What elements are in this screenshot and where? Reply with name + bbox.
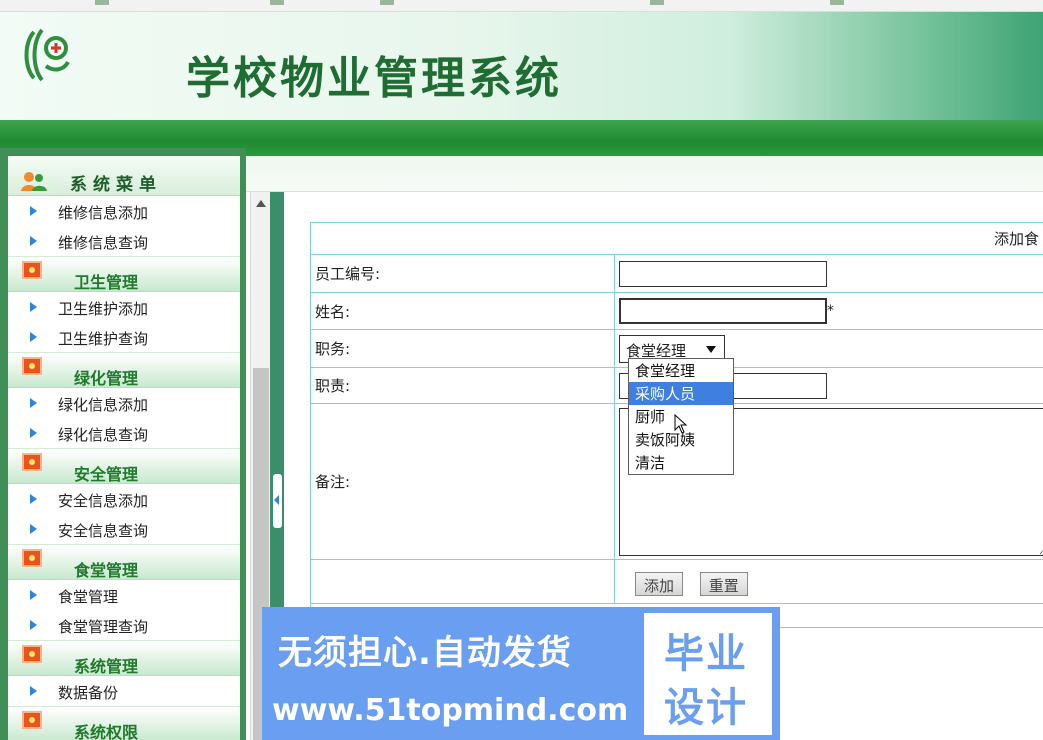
arrow-right-icon bbox=[30, 302, 37, 312]
menu-group-permissions[interactable]: 系统权限 bbox=[8, 706, 240, 740]
sidebar: 系统菜单 维修信息添加 维修信息查询 卫生管理 卫生维护添加 卫生维护查询 绿化… bbox=[0, 148, 246, 740]
row-emp-no: 员工编号: bbox=[310, 254, 1043, 293]
watermark-url: www.51topmind.com bbox=[272, 693, 629, 728]
menu-item-hygiene-add[interactable]: 卫生维护添加 bbox=[8, 292, 240, 322]
menu-item-repair-query[interactable]: 维修信息查询 bbox=[8, 226, 240, 256]
school-logo-icon bbox=[24, 28, 70, 82]
menu-group-security[interactable]: 安全管理 bbox=[8, 448, 240, 484]
group-icon bbox=[22, 261, 42, 279]
reset-button[interactable]: 重置 bbox=[699, 571, 748, 596]
menu-title: 系统菜单 bbox=[70, 175, 162, 195]
role-option-highlighted[interactable]: 采购人员 bbox=[629, 382, 733, 405]
menu-item-repair-add[interactable]: 维修信息添加 bbox=[8, 196, 240, 226]
duty-label: 职责: bbox=[310, 367, 615, 404]
toolbar-icon[interactable] bbox=[380, 0, 394, 5]
buttons-spacer bbox=[310, 559, 615, 604]
menu-item-hygiene-query[interactable]: 卫生维护查询 bbox=[8, 322, 240, 352]
watermark-badge-line1: 毕业 bbox=[664, 631, 748, 677]
toolbar-icon[interactable] bbox=[95, 0, 109, 5]
group-icon bbox=[22, 645, 42, 663]
menu-group-greening[interactable]: 绿化管理 bbox=[8, 352, 240, 388]
browser-toolbar-strip bbox=[0, 0, 1043, 12]
arrow-right-icon bbox=[30, 236, 37, 246]
sidebar-panel: 系统菜单 维修信息添加 维修信息查询 卫生管理 卫生维护添加 卫生维护查询 绿化… bbox=[8, 156, 240, 740]
menu-item-backup[interactable]: 数据备份 bbox=[8, 676, 240, 706]
arrow-right-icon bbox=[30, 524, 37, 534]
group-icon bbox=[22, 549, 42, 567]
site-title: 学校物业管理系统 bbox=[186, 53, 562, 104]
name-input[interactable] bbox=[619, 298, 827, 324]
arrow-right-icon bbox=[30, 206, 37, 216]
app-window: 学校物业管理系统 系统菜单 维修信息添加 维修信息查询 卫生管理 卫生维护添加 … bbox=[0, 0, 1043, 740]
arrow-right-icon bbox=[30, 332, 37, 342]
required-mark: * bbox=[827, 303, 834, 319]
group-icon bbox=[22, 357, 42, 375]
toolbar-icon[interactable] bbox=[650, 0, 664, 5]
role-option[interactable]: 食堂经理 bbox=[629, 359, 733, 382]
name-label: 姓名: bbox=[310, 292, 615, 330]
emp-no-label: 员工编号: bbox=[310, 254, 615, 293]
buttons-cell: 添加 重置 bbox=[614, 559, 1043, 604]
row-buttons: 添加 重置 bbox=[310, 559, 1043, 604]
chevron-down-icon bbox=[706, 345, 716, 353]
watermark-badge: 毕业 设计 bbox=[644, 613, 772, 735]
users-icon bbox=[21, 172, 47, 191]
menu-group-canteen[interactable]: 食堂管理 bbox=[8, 544, 240, 580]
arrow-right-icon bbox=[30, 620, 37, 630]
collapse-sidebar-handle[interactable] bbox=[273, 474, 282, 528]
content-top-band bbox=[246, 156, 1043, 192]
menu-header: 系统菜单 bbox=[8, 156, 240, 196]
add-button[interactable]: 添加 bbox=[635, 571, 684, 596]
role-option[interactable]: 清洁 bbox=[629, 451, 733, 474]
note-label: 备注: bbox=[310, 403, 615, 560]
menu-group-system[interactable]: 系统管理 bbox=[8, 640, 240, 676]
menu-list: 维修信息添加 维修信息查询 卫生管理 卫生维护添加 卫生维护查询 绿化管理 绿化… bbox=[8, 196, 240, 740]
form-caption: 添加食 bbox=[310, 222, 1043, 255]
arrow-right-icon bbox=[30, 398, 37, 408]
row-name: 姓名: * bbox=[310, 292, 1043, 330]
site-header: 学校物业管理系统 bbox=[0, 12, 1043, 120]
arrow-right-icon bbox=[30, 686, 37, 696]
menu-group-hygiene[interactable]: 卫生管理 bbox=[8, 256, 240, 292]
name-cell: * bbox=[614, 292, 1043, 330]
menu-item-security-query[interactable]: 安全信息查询 bbox=[8, 514, 240, 544]
arrow-right-icon bbox=[30, 428, 37, 438]
scroll-up-icon[interactable] bbox=[256, 200, 266, 207]
group-icon bbox=[22, 453, 42, 471]
emp-no-input[interactable] bbox=[619, 260, 827, 287]
menu-item-canteen-query[interactable]: 食堂管理查询 bbox=[8, 610, 240, 640]
watermark-banner: 无须担心.自动发货 www.51topmind.com 毕业 设计 bbox=[262, 607, 780, 740]
arrow-right-icon bbox=[30, 590, 37, 600]
form-caption-row: 添加食 bbox=[310, 222, 1043, 255]
menu-item-greening-add[interactable]: 绿化信息添加 bbox=[8, 388, 240, 418]
watermark-slogan: 无须担心.自动发货 bbox=[278, 633, 572, 673]
emp-no-cell bbox=[614, 254, 1043, 293]
menu-item-security-add[interactable]: 安全信息添加 bbox=[8, 484, 240, 514]
watermark-badge-line2: 设计 bbox=[664, 685, 748, 731]
menu-item-greening-query[interactable]: 绿化信息查询 bbox=[8, 418, 240, 448]
toolbar-icon[interactable] bbox=[830, 0, 844, 5]
role-select-value: 食堂经理 bbox=[626, 341, 687, 360]
group-icon bbox=[22, 711, 42, 729]
arrow-right-icon bbox=[30, 494, 37, 504]
role-label: 职务: bbox=[310, 329, 615, 368]
mouse-cursor-icon bbox=[674, 414, 688, 434]
toolbar-icon[interactable] bbox=[270, 0, 284, 5]
menu-item-canteen-manage[interactable]: 食堂管理 bbox=[8, 580, 240, 610]
